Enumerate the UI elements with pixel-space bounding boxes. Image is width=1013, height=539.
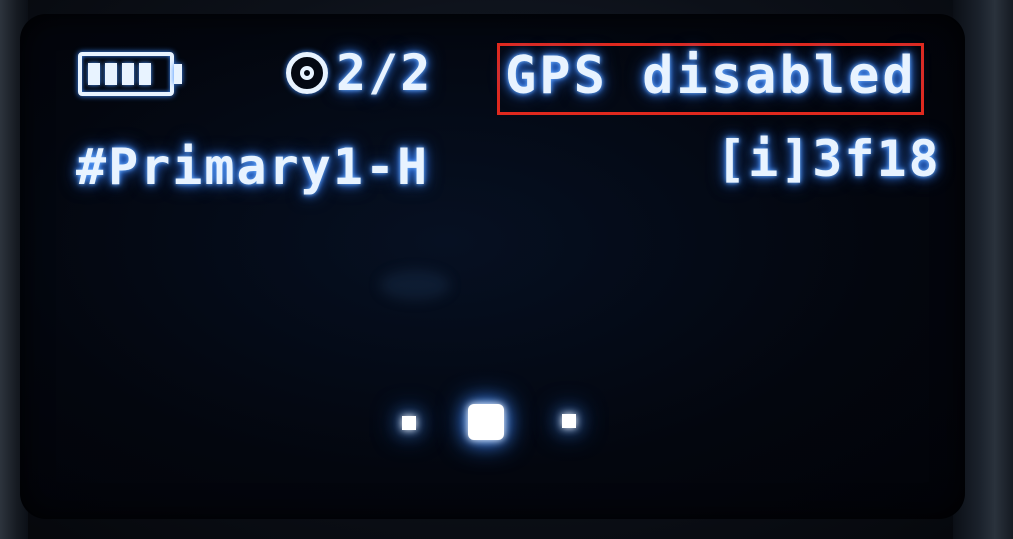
battery-tip <box>174 64 182 84</box>
page-dot <box>402 416 416 430</box>
battery-segment <box>122 63 134 85</box>
page-indicator <box>400 400 590 445</box>
node-id: [i]3f18 <box>716 130 941 188</box>
gps-status: GPS disabled <box>505 46 917 106</box>
satellite-count: 2/2 <box>336 44 433 102</box>
battery-segment <box>139 63 151 85</box>
battery-segment <box>105 63 117 85</box>
page-dot-active <box>468 404 504 440</box>
satellite-icon <box>286 52 328 94</box>
battery-icon <box>78 52 174 96</box>
channel-name: #Primary1-H <box>76 138 430 196</box>
screen-reflection <box>380 270 450 300</box>
battery-segment <box>88 63 100 85</box>
page-dot <box>562 414 576 428</box>
